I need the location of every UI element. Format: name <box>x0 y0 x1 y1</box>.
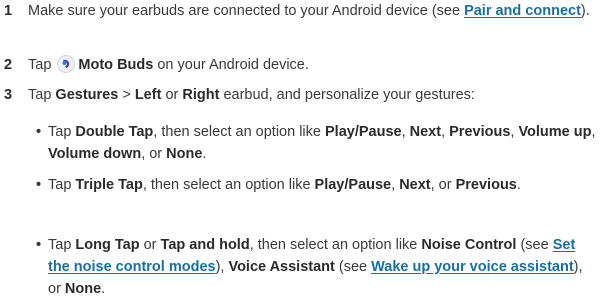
step-1: 1 Make sure your earbuds are connected t… <box>0 0 601 44</box>
gesture-tap-and-hold: Tap and hold <box>160 237 250 253</box>
bullet-triple-tap: • Tap Triple Tap, then select an option … <box>34 174 597 218</box>
text: Make sure your earbuds are connected to … <box>28 3 465 19</box>
text: or <box>139 237 161 253</box>
option-next: Next <box>399 177 431 193</box>
option-play-pause: Play/Pause <box>314 177 392 193</box>
option-none: None <box>166 146 203 162</box>
step-text: Tap Moto Buds on your Android device. <box>28 54 597 76</box>
text: , then select an option like <box>142 177 315 193</box>
text: Tap <box>48 237 76 253</box>
option-play-pause: Play/Pause <box>325 124 402 140</box>
gesture-long-tap: Long Tap <box>75 237 140 253</box>
option-none: None <box>64 281 102 297</box>
option-volume-down: Volume down <box>48 146 142 162</box>
text: , or <box>141 146 167 162</box>
step-number: 1 <box>4 3 13 19</box>
text: Tap <box>48 177 76 193</box>
step-text: Tap Gestures > Left or Right earbud, and… <box>28 84 597 106</box>
option-next: Next <box>409 124 442 140</box>
text: , <box>441 124 450 140</box>
link-wake-up-voice-assistant[interactable]: Wake up your voice assistant <box>371 259 574 275</box>
text: , <box>401 124 410 140</box>
text: (see <box>516 237 553 253</box>
text: or <box>161 87 183 103</box>
text: (see <box>334 259 372 275</box>
text: , or <box>430 177 456 193</box>
text: . <box>101 281 106 297</box>
text: Tap <box>28 57 56 73</box>
gesture-triple-tap: Triple Tap <box>75 177 143 193</box>
step-2: 2 Tap Moto Buds on your Android device. <box>0 54 601 76</box>
moto-buds-app-icon <box>57 55 76 73</box>
option-left: Left <box>134 87 162 103</box>
gesture-double-tap: Double Tap <box>75 124 154 140</box>
text: earbud, and personalize your gestures: <box>219 87 475 103</box>
step-3: 3 Tap Gestures > Left or Right earbud, a… <box>0 84 601 106</box>
option-voice-assistant: Voice Assistant <box>228 259 335 275</box>
text: > <box>118 87 135 103</box>
text: . <box>202 146 207 162</box>
text: , <box>391 177 400 193</box>
step-number: 2 <box>4 57 13 73</box>
option-previous: Previous <box>455 177 517 193</box>
step-number: 3 <box>4 87 13 103</box>
text: Tap <box>28 87 56 103</box>
text: on your Android device. <box>153 57 309 73</box>
menu-gestures: Gestures <box>55 87 119 103</box>
bullet-text: Tap Triple Tap, then select an option li… <box>48 174 597 196</box>
step-text: Make sure your earbuds are connected to … <box>28 0 597 22</box>
text: , then select an option like <box>153 124 325 140</box>
bullet-marker: • <box>36 237 42 253</box>
bullet-long-tap: • Tap Long Tap or Tap and hold, then sel… <box>34 234 597 300</box>
text: , then select an option like <box>249 237 422 253</box>
bullet-double-tap: • Tap Double Tap, then select an option … <box>34 121 597 165</box>
text: ), <box>215 259 229 275</box>
bullet-marker: • <box>36 124 42 140</box>
app-name: Moto Buds <box>78 57 154 73</box>
link-pair-and-connect[interactable]: Pair and connect <box>464 3 581 19</box>
text: . <box>516 177 521 193</box>
instructions-document: 1 Make sure your earbuds are connected t… <box>0 0 601 303</box>
option-noise-control: Noise Control <box>421 237 517 253</box>
bullet-text: Tap Double Tap, then select an option li… <box>48 121 597 165</box>
text: , <box>591 124 596 140</box>
option-right: Right <box>182 87 220 103</box>
option-previous: Previous <box>449 124 511 140</box>
bullet-marker: • <box>36 177 42 193</box>
text: ). <box>580 3 590 19</box>
option-volume-up: Volume up <box>518 124 592 140</box>
text: Tap <box>48 124 76 140</box>
bullet-text: Tap Long Tap or Tap and hold, then selec… <box>48 234 597 300</box>
